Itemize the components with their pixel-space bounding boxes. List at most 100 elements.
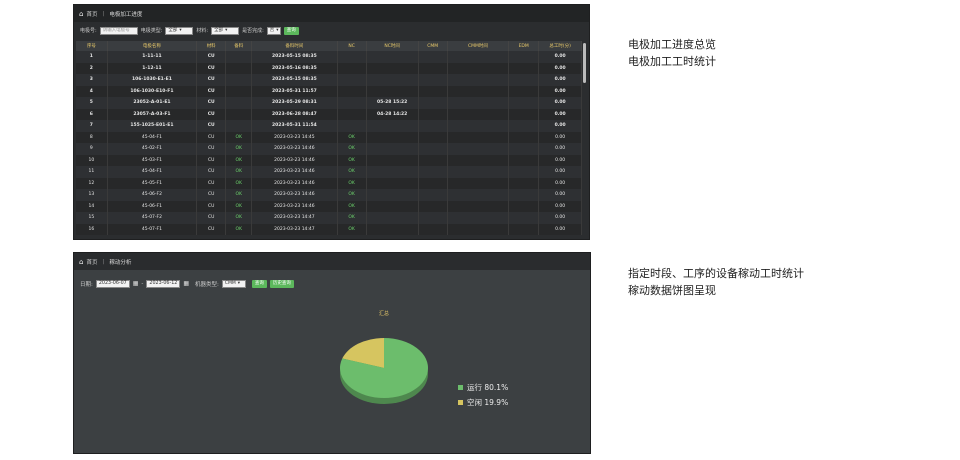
utilization-panel: ⌂ 首页 | 稼动分析 日期: 2023-06-07 ▦ - 2023-06-1…: [73, 252, 591, 454]
table-cell: CU: [196, 97, 227, 109]
electrode-no-input[interactable]: 请输入电极号: [99, 26, 138, 35]
legend-item-idle[interactable]: 空闲 19.9%: [458, 397, 508, 408]
table-row[interactable]: 13 45-06-F2 CU OK 2023-03-23 14:46 OK 0.00: [76, 189, 582, 201]
table-cell: [447, 212, 510, 224]
table-row[interactable]: 16 45-07-F1 CU OK 2023-03-23 14:47 OK 0.00: [76, 223, 582, 235]
table-cell: [418, 120, 448, 132]
legend-label-idle: 空闲 19.9%: [467, 398, 509, 407]
calendar-icon[interactable]: ▦: [183, 280, 189, 287]
table-cell: 2023-03-23 14:46: [251, 189, 338, 201]
table-cell: [366, 189, 419, 201]
table-cell: [447, 223, 510, 235]
table-cell: [508, 108, 540, 120]
table-row[interactable]: 12 45-05-F1 CU OK 2023-03-23 14:46 OK 0.00: [76, 177, 582, 189]
table-scrollbar[interactable]: [582, 41, 587, 239]
machine-type-select[interactable]: CMM ▾: [221, 279, 246, 288]
table-cell: 2023-03-23 14:46: [251, 200, 338, 212]
table-cell: [447, 200, 510, 212]
table-cell: [225, 97, 253, 109]
material-label: 材料:: [196, 28, 209, 34]
table-cell: 14: [76, 200, 108, 212]
table-cell: [447, 108, 510, 120]
table-cell: 2023-03-23 14:46: [251, 177, 338, 189]
chevron-down-icon: ▾: [225, 27, 228, 33]
material-select[interactable]: 全部 ▾: [211, 26, 240, 35]
table-row[interactable]: 2 1-12-11 CU 2023-05-16 08:35 0.00: [76, 62, 582, 74]
table-row[interactable]: 4 106-1030-E10-F1 CU 2023-05-31 11:57 0.00: [76, 85, 582, 97]
chart-title: 汇总: [379, 310, 389, 317]
table-row[interactable]: 3 106-1030-E1-E1 CU 2023-05-15 08:35 0.00: [76, 74, 582, 86]
completed-select[interactable]: 否 ▾: [266, 26, 281, 35]
breadcrumb-home[interactable]: 首页: [86, 258, 97, 266]
table-cell: [337, 85, 367, 97]
legend-swatch-idle: [458, 400, 463, 405]
column-header: CMM时间: [447, 41, 510, 51]
table-row[interactable]: 7 155-1025-E01-E1 CU 2023-05-31 11:54 0.00: [76, 120, 582, 132]
breadcrumb-home[interactable]: 首页: [86, 10, 97, 18]
calendar-icon[interactable]: ▦: [133, 280, 139, 287]
chevron-down-icon: ▾: [179, 27, 182, 33]
table-row[interactable]: 8 45-04-F1 CU OK 2023-03-23 14:45 OK 0.00: [76, 131, 582, 143]
table-cell: CU: [196, 131, 227, 143]
table-row[interactable]: 9 45-02-F1 CU OK 2023-03-23 14:46 OK 0.00: [76, 143, 582, 155]
electrode-type-label: 电极类型:: [140, 28, 163, 34]
table-row[interactable]: 5 23052-A-01-E1 CU 2023-05-29 08:31 05-28 15…: [76, 97, 582, 109]
table-cell: [508, 51, 540, 63]
table-cell: 155-1025-E01-E1: [107, 120, 198, 132]
table-cell: [418, 166, 448, 178]
table-cell: 1: [76, 51, 108, 63]
table-cell: CU: [196, 154, 227, 166]
home-icon[interactable]: ⌂: [79, 10, 83, 18]
table-cell: [366, 74, 419, 86]
table-header: 序号 电极名称 材料 备料 备料时间 NC NC时间 CMM CMM时间 EDM 总工时(分): [76, 41, 582, 51]
table-cell: [366, 85, 419, 97]
table-cell: 04-28 14:22: [366, 108, 419, 120]
breadcrumb: ⌂ 首页 | 电极加工进度: [74, 5, 589, 22]
table-cell: CU: [196, 200, 227, 212]
electrode-type-select[interactable]: 全部 ▾: [165, 26, 194, 35]
table-cell: 2023-03-23 14:46: [251, 154, 338, 166]
table-cell: 0.00: [538, 85, 582, 97]
history-query-button[interactable]: 历史查询: [269, 279, 294, 288]
machine-type-label: 机器类型:: [194, 281, 219, 288]
table-cell: [418, 223, 448, 235]
table-cell: 0.00: [538, 166, 582, 178]
table-row[interactable]: 1 1-11-11 CU 2023-05-15 08:35 0.00: [76, 51, 582, 63]
table-row[interactable]: 15 45-07-F2 CU OK 2023-03-23 14:47 OK 0.00: [76, 212, 582, 224]
table-cell: [366, 143, 419, 155]
electrode-type-value: 全部: [168, 27, 178, 33]
date-to-input[interactable]: 2023-06-12: [146, 279, 181, 288]
column-header: NC时间: [366, 41, 419, 51]
table-cell: [225, 120, 253, 132]
table-body: 1 1-11-11 CU 2023-05-15 08:35 0.00 2 1-12-11 CU…: [76, 51, 582, 235]
query-button[interactable]: 查询: [251, 279, 267, 288]
table-cell: [447, 85, 510, 97]
table-cell: OK: [225, 189, 253, 201]
query-button[interactable]: 查询: [283, 26, 299, 35]
table-cell: [418, 62, 448, 74]
table-cell: 106-1030-E1-E1: [107, 74, 198, 86]
table-row[interactable]: 11 45-04-F1 CU OK 2023-03-23 14:46 OK 0.00: [76, 166, 582, 178]
table-cell: [418, 85, 448, 97]
table-cell: [366, 177, 419, 189]
table-cell: 23057-A-03-F1: [107, 108, 198, 120]
table-row[interactable]: 14 45-06-F1 CU OK 2023-03-23 14:46 OK 0.00: [76, 200, 582, 212]
breadcrumb: ⌂ 首页 | 稼动分析: [74, 253, 590, 270]
home-icon[interactable]: ⌂: [79, 258, 83, 266]
table-cell: [418, 189, 448, 201]
electrode-no-label: 电极号:: [80, 28, 97, 34]
legend-item-running[interactable]: 运行 80.1%: [458, 382, 508, 393]
date-from-input[interactable]: 2023-06-07: [95, 279, 130, 288]
legend-label-running: 运行 80.1%: [467, 383, 509, 392]
filter-bar: 电极号: 请输入电极号 电极类型: 全部 ▾ 材料: 全部 ▾ 是否完成: 否 ▾ 查…: [74, 22, 589, 39]
table-cell: [508, 143, 540, 155]
table-cell: 2: [76, 62, 108, 74]
table-row[interactable]: 6 23057-A-03-F1 CU 2023-06-28 08:47 04-28 14…: [76, 108, 582, 120]
table-row[interactable]: 10 45-03-F1 CU OK 2023-03-23 14:46 OK 0.00: [76, 154, 582, 166]
table-cell: 45-06-F1: [107, 200, 198, 212]
scrollbar-thumb[interactable]: [583, 43, 586, 83]
table-cell: OK: [225, 131, 253, 143]
column-header: EDM: [508, 41, 540, 51]
column-header: 备料: [225, 41, 253, 51]
table-cell: [447, 120, 510, 132]
